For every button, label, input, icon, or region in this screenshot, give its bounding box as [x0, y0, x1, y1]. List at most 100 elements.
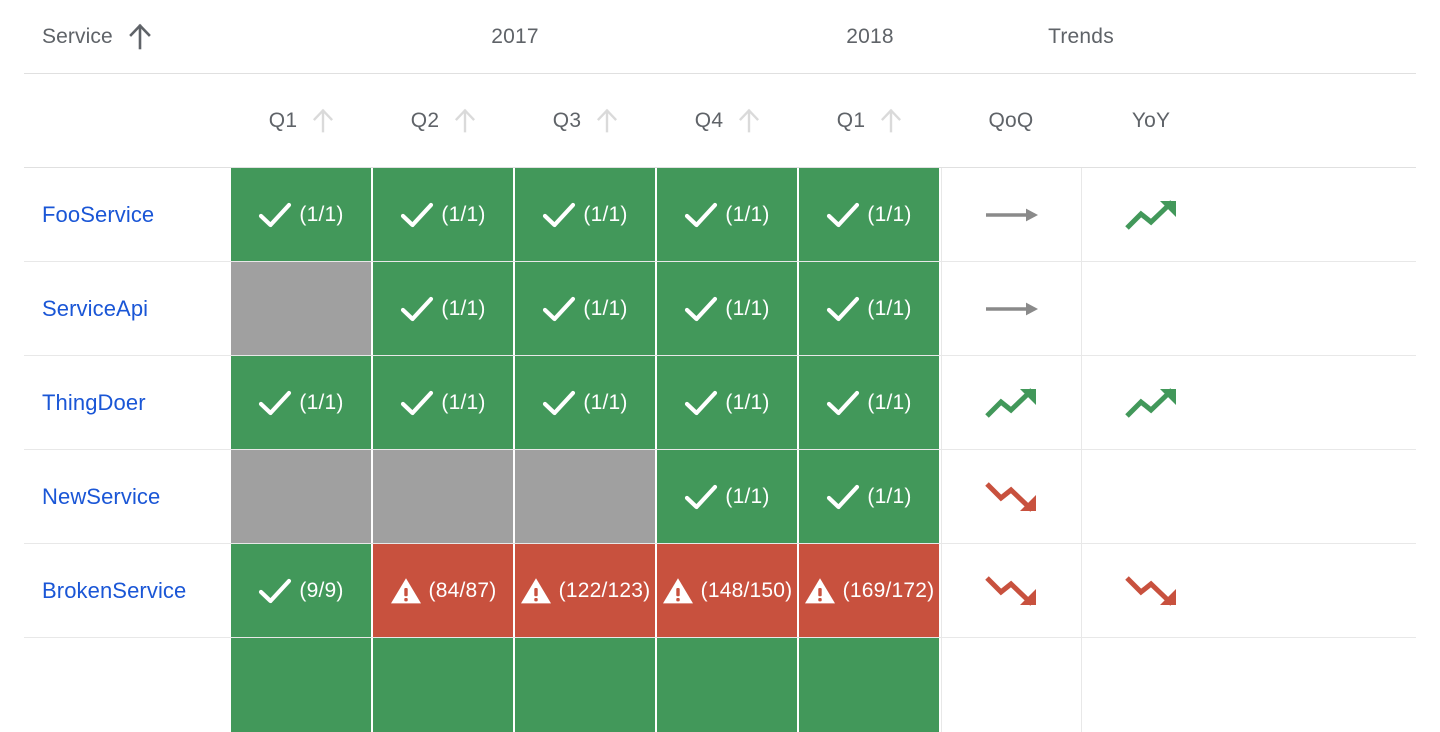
check-icon: [826, 482, 860, 512]
status-cell-value: (148/150): [700, 578, 793, 602]
trend-up-arrow-icon: [984, 387, 1036, 418]
status-cell[interactable]: (1/1): [799, 168, 941, 261]
service-name-cell: BrokenService: [24, 544, 231, 637]
service-name-link[interactable]: BrokenService: [24, 578, 186, 604]
status-cell[interactable]: [373, 638, 515, 732]
status-cell[interactable]: [799, 638, 941, 732]
status-cell[interactable]: (1/1): [373, 262, 515, 355]
status-cell-value: (1/1): [441, 390, 486, 414]
sort-arrow-up-icon[interactable]: [737, 107, 761, 135]
status-cell[interactable]: (9/9): [231, 544, 373, 637]
status-cell-value: (1/1): [867, 484, 912, 508]
status-cell[interactable]: (1/1): [231, 356, 373, 449]
status-cell-value: (1/1): [583, 202, 628, 226]
service-name-link[interactable]: NewService: [24, 484, 160, 510]
warning-icon: [662, 576, 694, 606]
status-cell[interactable]: (1/1): [515, 262, 657, 355]
status-cell[interactable]: (1/1): [657, 356, 799, 449]
service-name-cell: ThingDoer: [24, 356, 231, 449]
check-icon: [542, 294, 576, 324]
check-icon: [684, 294, 718, 324]
status-cell-value: (1/1): [867, 296, 912, 320]
status-cell[interactable]: [515, 450, 657, 543]
status-cell[interactable]: (1/1): [799, 356, 941, 449]
check-icon: [826, 388, 860, 418]
service-name-link[interactable]: ThingDoer: [24, 390, 146, 416]
trend-down-arrow-icon: [1124, 575, 1176, 606]
year-group-2018: 2018: [799, 25, 941, 49]
trends-group-label: Trends: [1048, 24, 1114, 48]
sort-arrow-up-icon[interactable]: [127, 22, 153, 52]
year-group-2017: 2017: [231, 25, 799, 49]
status-cell[interactable]: [657, 638, 799, 732]
status-cell[interactable]: (84/87): [373, 544, 515, 637]
status-cell-value: (1/1): [725, 390, 770, 414]
sort-arrow-up-icon[interactable]: [879, 107, 903, 135]
quarter-label: Q1: [836, 108, 866, 132]
sort-arrow-up-icon[interactable]: [453, 107, 477, 135]
trend-header-yoy[interactable]: YoY: [1081, 109, 1221, 133]
table-row: [24, 638, 1416, 732]
status-cell[interactable]: (1/1): [515, 356, 657, 449]
table-row: BrokenService (9/9) (84/87) (122/123) (148/1…: [24, 544, 1416, 638]
quarter-header-q1-2017[interactable]: Q1: [231, 107, 373, 135]
trend-cell-qoq[interactable]: [941, 356, 1081, 449]
status-cell[interactable]: (1/1): [515, 168, 657, 261]
status-cell[interactable]: [231, 262, 373, 355]
trend-cell-qoq[interactable]: [941, 168, 1081, 261]
trend-cell-qoq[interactable]: [941, 638, 1081, 732]
trend-cell-qoq[interactable]: [941, 450, 1081, 543]
status-cell[interactable]: [231, 450, 373, 543]
check-icon: [400, 388, 434, 418]
status-cell[interactable]: (1/1): [799, 262, 941, 355]
service-name-link[interactable]: ServiceApi: [24, 296, 148, 322]
trend-header-qoq[interactable]: QoQ: [941, 109, 1081, 133]
status-cell[interactable]: (169/172): [799, 544, 941, 637]
warning-icon: [804, 576, 836, 606]
status-cell[interactable]: (1/1): [231, 168, 373, 261]
trend-column-label: YoY: [1131, 108, 1171, 132]
trend-cell-yoy[interactable]: [1081, 168, 1221, 261]
quarter-label: Q4: [694, 108, 724, 132]
status-cell[interactable]: (122/123): [515, 544, 657, 637]
status-cell[interactable]: (1/1): [657, 168, 799, 261]
status-cell-value: (1/1): [299, 202, 344, 226]
status-cell[interactable]: [373, 450, 515, 543]
trend-cell-yoy[interactable]: [1081, 356, 1221, 449]
status-cell[interactable]: (1/1): [657, 450, 799, 543]
check-icon: [826, 200, 860, 230]
quarter-label: Q2: [410, 108, 440, 132]
quarter-header-q4-2017[interactable]: Q4: [657, 107, 799, 135]
service-status-table: Service 2017 2018 Trends Q1 Q2 Q3 Q4 Q1 …: [0, 0, 1440, 732]
trend-cell-yoy[interactable]: [1081, 450, 1221, 543]
status-cell[interactable]: (148/150): [657, 544, 799, 637]
check-icon: [258, 576, 292, 606]
trend-cell-qoq[interactable]: [941, 544, 1081, 637]
status-cell-value: (9/9): [299, 578, 344, 602]
sort-arrow-up-icon[interactable]: [311, 107, 335, 135]
status-cell[interactable]: (1/1): [657, 262, 799, 355]
trend-cell-yoy[interactable]: [1081, 262, 1221, 355]
status-cell[interactable]: (1/1): [373, 168, 515, 261]
quarter-header-q2-2017[interactable]: Q2: [373, 107, 515, 135]
status-cell[interactable]: [515, 638, 657, 732]
status-cell[interactable]: (1/1): [373, 356, 515, 449]
trend-cell-yoy[interactable]: [1081, 544, 1221, 637]
trend-cell-qoq[interactable]: [941, 262, 1081, 355]
trend-cell-yoy[interactable]: [1081, 638, 1221, 732]
service-name-cell: ServiceApi: [24, 262, 231, 355]
status-cell[interactable]: [231, 638, 373, 732]
sort-arrow-up-icon[interactable]: [595, 107, 619, 135]
quarter-header-q3-2017[interactable]: Q3: [515, 107, 657, 135]
service-column-header[interactable]: Service: [24, 22, 231, 52]
quarter-label: Q1: [268, 108, 298, 132]
quarter-header-q1-2018[interactable]: Q1: [799, 107, 941, 135]
quarter-label: Q3: [552, 108, 582, 132]
status-cell[interactable]: (1/1): [799, 450, 941, 543]
year-group-header-row: Service 2017 2018 Trends: [24, 0, 1416, 74]
check-icon: [258, 200, 292, 230]
status-cell-value: (1/1): [583, 296, 628, 320]
table-row: ThingDoer (1/1) (1/1) (1/1) (1/1) (1/1): [24, 356, 1416, 450]
service-name-link[interactable]: FooService: [24, 202, 154, 228]
check-icon: [258, 388, 292, 418]
